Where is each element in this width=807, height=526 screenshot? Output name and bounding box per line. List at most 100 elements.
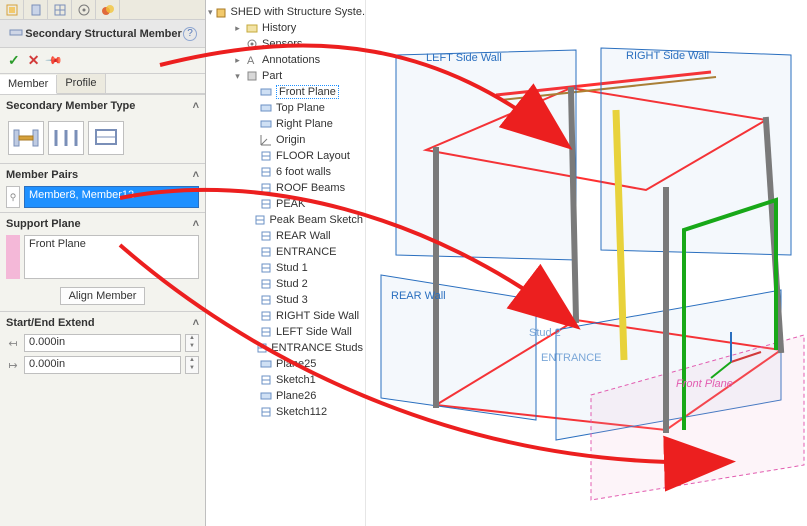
tree-item[interactable]: RIGHT Side Wall bbox=[208, 308, 363, 324]
tree-item[interactable]: Stud 2 bbox=[208, 276, 363, 292]
expander-icon[interactable] bbox=[247, 264, 256, 273]
tab-profile[interactable]: Profile bbox=[57, 74, 105, 93]
expander-icon[interactable] bbox=[247, 296, 256, 305]
tree-item[interactable]: ENTRANCE bbox=[208, 244, 363, 260]
end-extend-spinner: ▲▼ bbox=[185, 356, 199, 374]
group-header-member-pairs[interactable]: Member Pairs˄ bbox=[4, 166, 201, 184]
sketch-icon bbox=[259, 373, 273, 387]
chain-icon[interactable]: ⚲ bbox=[6, 186, 20, 208]
group-header-member-type[interactable]: Secondary Member Type˄ bbox=[4, 97, 201, 115]
plane-icon bbox=[259, 101, 273, 115]
expander-icon[interactable] bbox=[247, 200, 256, 209]
cancel-button[interactable]: ✕ bbox=[28, 52, 40, 69]
expander-icon[interactable] bbox=[247, 312, 256, 321]
parallel-members-button[interactable] bbox=[48, 121, 84, 155]
tab-property-manager[interactable] bbox=[24, 0, 48, 20]
origin-icon bbox=[259, 133, 273, 147]
tree-item[interactable]: Front Plane bbox=[208, 84, 363, 100]
expander-icon[interactable] bbox=[247, 184, 256, 193]
start-extend-input[interactable]: 0.000in bbox=[24, 334, 181, 352]
expander-icon[interactable] bbox=[247, 168, 256, 177]
expander-icon[interactable] bbox=[243, 216, 251, 225]
pushpin-icon[interactable]: 📌 bbox=[45, 51, 64, 70]
tree-item[interactable]: ▸AAnnotations bbox=[208, 52, 363, 68]
group-header-support-plane[interactable]: Support Plane˄ bbox=[4, 215, 201, 233]
member-pairs-selection[interactable]: Member8, Member12 bbox=[24, 186, 199, 208]
label-entrance: ENTRANCE bbox=[541, 352, 602, 364]
plane-icon bbox=[259, 85, 273, 99]
tree-item[interactable]: Sketch112 bbox=[208, 404, 363, 420]
expander-icon[interactable] bbox=[247, 120, 256, 129]
ok-button[interactable]: ✓ bbox=[8, 52, 20, 69]
tab-feature-tree[interactable] bbox=[0, 0, 24, 20]
tree-item[interactable]: Right Plane bbox=[208, 116, 363, 132]
expander-icon[interactable]: ▾ bbox=[233, 72, 242, 81]
expander-icon[interactable] bbox=[247, 232, 256, 241]
feature-manager-tab-strip bbox=[0, 0, 205, 20]
tree-item-label: Peak Beam Sketch bbox=[269, 214, 363, 226]
tree-root[interactable]: ▾ SHED with Structure Syste... bbox=[208, 4, 363, 20]
tree-item[interactable]: Sketch1 bbox=[208, 372, 363, 388]
label-left-wall: LEFT Side Wall bbox=[426, 52, 502, 64]
sketch-icon bbox=[255, 341, 268, 355]
pm-subtabs: Member Profile bbox=[0, 74, 205, 94]
from-frame-button[interactable] bbox=[88, 121, 124, 155]
tree-item-label: REAR Wall bbox=[276, 230, 331, 242]
align-member-button[interactable]: Align Member bbox=[60, 287, 146, 305]
tree-item[interactable]: ▾Part bbox=[208, 68, 363, 84]
expander-icon[interactable] bbox=[247, 136, 256, 145]
expander-icon[interactable] bbox=[233, 40, 242, 49]
tree-item[interactable]: ENTRANCE Studs bbox=[208, 340, 363, 356]
expander-icon[interactable] bbox=[247, 88, 256, 97]
expander-icon[interactable] bbox=[247, 280, 256, 289]
expander-icon[interactable]: ▸ bbox=[233, 24, 242, 33]
tree-item-label: LEFT Side Wall bbox=[276, 326, 352, 338]
support-plane-selection[interactable]: Front Plane bbox=[24, 235, 199, 279]
expander-icon[interactable] bbox=[244, 344, 252, 353]
group-start-end-extend: Start/End Extend˄ ↤ 0.000in ▲▼ ↦ 0.000in… bbox=[0, 311, 205, 378]
tree-item[interactable]: FLOOR Layout bbox=[208, 148, 363, 164]
expander-icon[interactable] bbox=[247, 248, 256, 257]
tree-item[interactable]: Stud 3 bbox=[208, 292, 363, 308]
tree-item[interactable]: Peak Beam Sketch bbox=[208, 212, 363, 228]
tree-item-label: Top Plane bbox=[276, 102, 325, 114]
tree-item[interactable]: Top Plane bbox=[208, 100, 363, 116]
expander-icon[interactable] bbox=[247, 408, 256, 417]
expander-icon[interactable] bbox=[247, 152, 256, 161]
between-members-button[interactable] bbox=[8, 121, 44, 155]
expander-icon[interactable]: ▾ bbox=[208, 8, 213, 17]
tab-member[interactable]: Member bbox=[0, 75, 57, 94]
expander-icon[interactable] bbox=[247, 360, 256, 369]
tab-config-manager[interactable] bbox=[48, 0, 72, 20]
tree-item[interactable]: ROOF Beams bbox=[208, 180, 363, 196]
sketch-icon bbox=[259, 149, 273, 163]
help-icon[interactable]: ? bbox=[183, 27, 197, 41]
expander-icon[interactable] bbox=[247, 392, 256, 401]
group-header-extend[interactable]: Start/End Extend˄ bbox=[4, 314, 201, 332]
tree-item[interactable]: REAR Wall bbox=[208, 228, 363, 244]
expander-icon[interactable] bbox=[247, 104, 256, 113]
expander-icon[interactable] bbox=[247, 328, 256, 337]
tree-item-label: Stud 2 bbox=[276, 278, 308, 290]
sketch-icon bbox=[259, 181, 273, 195]
tree-item[interactable]: Sensors bbox=[208, 36, 363, 52]
expander-icon[interactable]: ▸ bbox=[233, 56, 242, 65]
graphics-viewport[interactable]: LEFT Side Wall RIGHT Side Wall REAR Wall… bbox=[366, 0, 807, 526]
tree-item[interactable]: Stud 1 bbox=[208, 260, 363, 276]
tree-item-label: ENTRANCE bbox=[276, 246, 337, 258]
tree-item-label: ROOF Beams bbox=[276, 182, 345, 194]
tree-item[interactable]: PEAK bbox=[208, 196, 363, 212]
tab-display-manager[interactable] bbox=[96, 0, 120, 20]
tree-item[interactable]: ▸History bbox=[208, 20, 363, 36]
sketch-icon bbox=[254, 213, 266, 227]
tree-item[interactable]: Origin bbox=[208, 132, 363, 148]
sketch-icon bbox=[259, 405, 273, 419]
end-extend-input[interactable]: 0.000in bbox=[24, 356, 181, 374]
tree-item[interactable]: 6 foot walls bbox=[208, 164, 363, 180]
expander-icon[interactable] bbox=[247, 376, 256, 385]
tree-item[interactable]: LEFT Side Wall bbox=[208, 324, 363, 340]
tree-item[interactable]: Plane26 bbox=[208, 388, 363, 404]
tab-dimxpert[interactable] bbox=[72, 0, 96, 20]
tree-item-label: FLOOR Layout bbox=[276, 150, 350, 162]
tree-item[interactable]: Plane25 bbox=[208, 356, 363, 372]
